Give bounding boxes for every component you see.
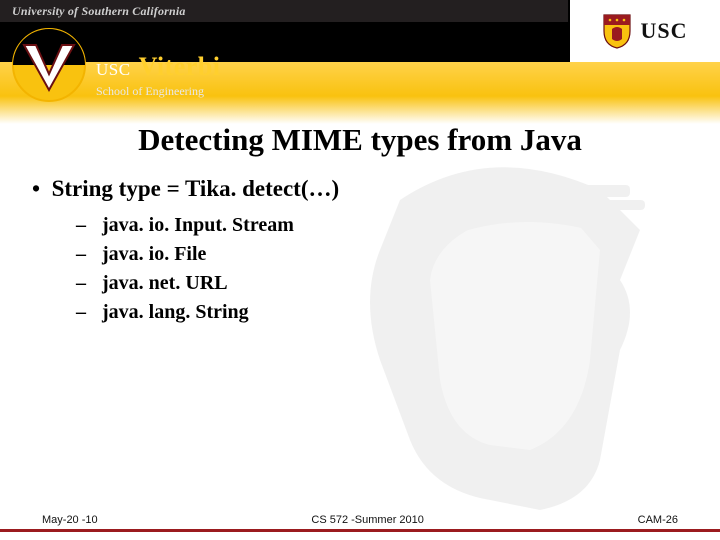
sub-item-text: java. io. Input. Stream — [102, 214, 294, 237]
footer-slide-number: CAM-26 — [638, 514, 678, 526]
usc-shield-block: USC — [568, 0, 720, 62]
sub-item-text: java. io. File — [102, 243, 206, 266]
sub-item-text: java. net. URL — [102, 272, 228, 295]
viterbi-lockup-text: USC Viterbi School of Engineering — [96, 52, 221, 99]
footer-date: May-20 -10 — [42, 514, 98, 526]
dash-icon: – — [76, 272, 90, 295]
lockup-usc-label: USC — [96, 60, 131, 80]
viterbi-v-icon — [12, 28, 86, 102]
slide-footer: May-20 -10 CS 572 -Summer 2010 CAM-26 — [0, 506, 720, 540]
bullet-dot-icon: • — [32, 176, 52, 201]
usc-shield-icon — [602, 13, 632, 49]
footer-rule — [0, 529, 720, 532]
list-item: – java. lang. String — [76, 301, 294, 324]
sub-bullet-list: – java. io. Input. Stream – java. io. Fi… — [76, 214, 294, 330]
lockup-soe-label: School of Engineering — [96, 84, 221, 99]
footer-course: CS 572 -Summer 2010 — [311, 514, 424, 526]
trojan-watermark-icon — [340, 160, 660, 520]
sub-item-text: java. lang. String — [102, 301, 249, 324]
viterbi-lockup: USC Viterbi School of Engineering — [12, 28, 221, 102]
list-item: – java. net. URL — [76, 272, 294, 295]
lockup-viterbi-label: Viterbi — [139, 52, 221, 82]
dash-icon: – — [76, 214, 90, 237]
list-item: – java. io. Input. Stream — [76, 214, 294, 237]
slide-title: Detecting MIME types from Java — [0, 122, 720, 158]
bullet-text: String type = Tika. detect(…) — [52, 176, 340, 201]
usc-wordmark: USC — [640, 18, 687, 44]
bullet-level-1: • String type = Tika. detect(…) — [32, 176, 339, 202]
list-item: – java. io. File — [76, 243, 294, 266]
dash-icon: – — [76, 243, 90, 266]
university-name: University of Southern California — [12, 4, 186, 19]
dash-icon: – — [76, 301, 90, 324]
